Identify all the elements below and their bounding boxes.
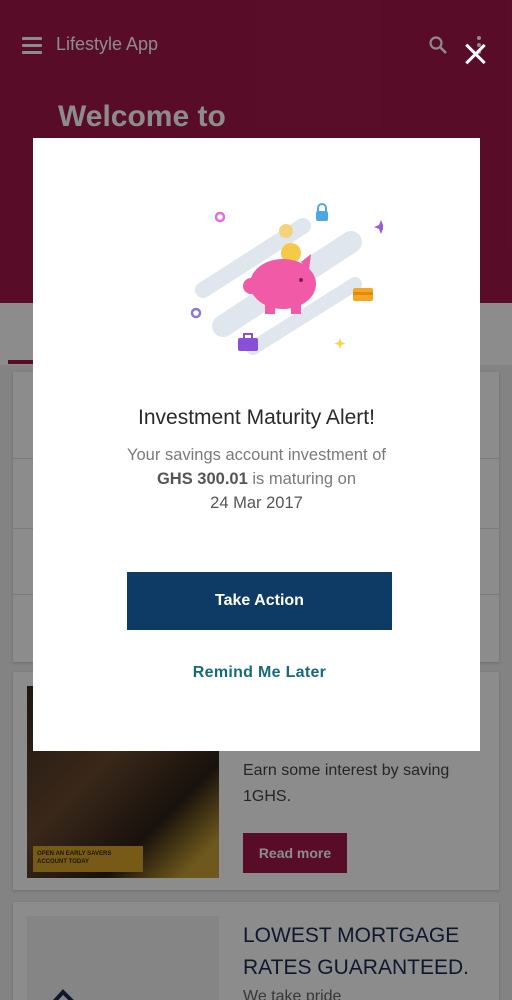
maturity-date: 24 Mar 2017: [210, 494, 303, 512]
dialog-title: Investment Maturity Alert!: [138, 406, 375, 429]
close-icon[interactable]: [464, 43, 486, 65]
remind-me-later-button[interactable]: Remind Me Later: [127, 664, 392, 688]
investment-amount: GHS 300.01: [156, 470, 248, 488]
message-middle: is maturing on: [252, 470, 357, 488]
piggy-bank-illustration: [190, 203, 383, 355]
take-action-button[interactable]: Take Action: [127, 572, 392, 630]
dialog-message: Your savings account investment of GHS 3…: [33, 443, 480, 515]
message-prefix: Your savings account investment of: [127, 446, 386, 464]
maturity-alert-dialog: Investment Maturity Alert! Your savings …: [33, 138, 480, 751]
